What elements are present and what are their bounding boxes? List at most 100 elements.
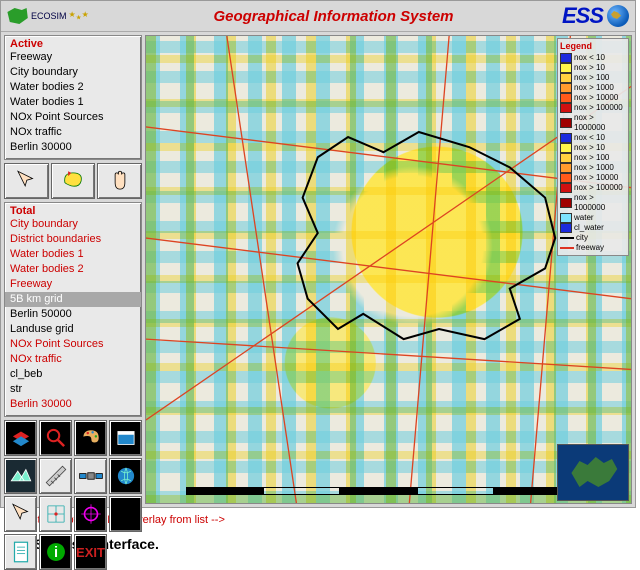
pointer-tool-2[interactable] bbox=[4, 496, 37, 532]
lasso-select-tool[interactable] bbox=[51, 163, 96, 199]
layer-item[interactable]: Landuse grid bbox=[5, 322, 141, 337]
legend-label: nox < 10 bbox=[574, 53, 605, 63]
exit-label: EXIT bbox=[76, 545, 105, 560]
legend-label: nox > 100 bbox=[574, 73, 609, 83]
layer-item[interactable]: Berlin 30000 bbox=[5, 397, 141, 412]
svg-text:i: i bbox=[53, 545, 57, 561]
legend-row: nox > 10 bbox=[560, 143, 626, 153]
mode-toolbar bbox=[4, 163, 142, 199]
layer-item[interactable]: NOx Point Sources bbox=[5, 337, 141, 352]
zoom-tool[interactable] bbox=[39, 420, 72, 456]
layer-item[interactable]: NOx traffic bbox=[5, 125, 141, 140]
layer-item[interactable]: Water bodies 2 bbox=[5, 80, 141, 95]
layer-item[interactable]: str bbox=[5, 382, 141, 397]
layer-item[interactable]: cl_beb bbox=[5, 367, 141, 382]
legend-swatch bbox=[560, 118, 572, 128]
legend-row: nox > 10000 bbox=[560, 173, 626, 183]
legend-line-swatch bbox=[560, 237, 574, 239]
app-window: ECOSIM ★★★ Geographical Information Syst… bbox=[0, 0, 636, 508]
legend-label: nox > 100000 bbox=[574, 103, 623, 113]
layer-item[interactable]: City boundary bbox=[5, 217, 141, 232]
scalebar-segment bbox=[263, 487, 340, 495]
legend-panel: Legend nox < 10nox > 10nox > 100nox > 10… bbox=[557, 38, 629, 256]
legend-swatch bbox=[560, 63, 572, 73]
legend-row: freeway bbox=[560, 243, 626, 253]
active-layers-list[interactable]: FreewayCity boundaryWater bodies 2Water … bbox=[5, 50, 141, 159]
legend-swatch bbox=[560, 173, 572, 183]
layer-item[interactable]: 5B km grid bbox=[5, 292, 141, 307]
legend-swatch bbox=[560, 53, 572, 63]
legend-row: water bbox=[560, 213, 626, 223]
active-panel-title: Active bbox=[5, 36, 141, 50]
scale-bar bbox=[186, 479, 571, 495]
legend-row: nox > 100000 bbox=[560, 183, 626, 193]
overview-map[interactable] bbox=[557, 444, 629, 501]
layer-item[interactable]: District boundaries bbox=[5, 232, 141, 247]
info-tool[interactable]: i bbox=[39, 534, 72, 570]
layer-item[interactable]: Berlin 50000 bbox=[5, 307, 141, 322]
legend-swatch bbox=[560, 83, 572, 93]
palette-tool[interactable] bbox=[74, 420, 107, 456]
measure-tool[interactable] bbox=[39, 458, 72, 494]
legend-label: nox < 10 bbox=[574, 133, 605, 143]
legend-label: nox > 10 bbox=[574, 63, 605, 73]
legend-swatch bbox=[560, 73, 572, 83]
blank-tool[interactable] bbox=[109, 496, 142, 532]
layers-tool[interactable] bbox=[4, 420, 37, 456]
legend-title: Legend bbox=[560, 41, 626, 51]
logo-ess-wrap: ESS bbox=[562, 3, 635, 29]
map-viewport[interactable]: Legend nox < 10nox > 10nox > 100nox > 10… bbox=[145, 35, 632, 504]
legend-swatch bbox=[560, 163, 572, 173]
pan-hand-tool[interactable] bbox=[97, 163, 142, 199]
legend-label: nox > 100 bbox=[574, 153, 609, 163]
grid-snap-tool[interactable] bbox=[39, 496, 72, 532]
scalebar-segment bbox=[340, 487, 417, 495]
exit-button[interactable]: EXIT bbox=[74, 534, 107, 570]
eu-stars-icon: ★★★ bbox=[69, 10, 89, 22]
legend-swatch bbox=[560, 93, 572, 103]
scalebar-segment bbox=[417, 487, 494, 495]
legend-label: nox > 1000 bbox=[574, 163, 614, 173]
legend-label: nox > 10000 bbox=[574, 173, 618, 183]
layer-item[interactable]: Berlin 30000 bbox=[5, 140, 141, 155]
layer-item[interactable]: NOx Point Sources bbox=[5, 110, 141, 125]
layer-item[interactable]: Water bodies 1 bbox=[5, 247, 141, 262]
total-layers-panel: Total City boundaryDistrict boundariesWa… bbox=[4, 202, 142, 417]
layer-item[interactable]: Freeway bbox=[5, 277, 141, 292]
total-layers-list[interactable]: City boundaryDistrict boundariesWater bo… bbox=[5, 217, 141, 416]
layer-item[interactable]: Water bodies 2 bbox=[5, 262, 141, 277]
total-panel-title: Total bbox=[5, 203, 141, 217]
scalebar-segment bbox=[186, 487, 263, 495]
tool-grid: i EXIT bbox=[4, 420, 142, 570]
satellite-tool[interactable] bbox=[74, 458, 107, 494]
legend-swatch bbox=[560, 183, 572, 193]
legend-row: nox > 1000000 bbox=[560, 193, 626, 213]
window-tool[interactable] bbox=[109, 420, 142, 456]
pointer-tool[interactable] bbox=[4, 163, 49, 199]
app-title: Geographical Information System bbox=[105, 8, 562, 25]
legend-label: nox > 100000 bbox=[574, 183, 623, 193]
legend-label: nox > 10000 bbox=[574, 93, 618, 103]
3d-view-tool[interactable] bbox=[4, 458, 37, 494]
left-column: Active FreewayCity boundaryWater bodies … bbox=[1, 32, 145, 507]
active-layers-panel: Active FreewayCity boundaryWater bodies … bbox=[4, 35, 142, 160]
document-tool[interactable] bbox=[4, 534, 37, 570]
logo-ecosim: ECOSIM ★★★ bbox=[1, 6, 105, 26]
legend-swatch bbox=[560, 223, 572, 233]
legend-swatch bbox=[560, 143, 572, 153]
header-bar: ECOSIM ★★★ Geographical Information Syst… bbox=[1, 1, 635, 32]
legend-swatch bbox=[560, 198, 572, 208]
logo-map-icon bbox=[5, 6, 29, 26]
layer-item[interactable]: Water bodies 1 bbox=[5, 95, 141, 110]
legend-row: nox > 100 bbox=[560, 153, 626, 163]
legend-label: water bbox=[574, 213, 594, 223]
legend-row: nox > 100000 bbox=[560, 103, 626, 113]
legend-row: cl_water bbox=[560, 223, 626, 233]
globe-tool[interactable] bbox=[109, 458, 142, 494]
target-tool[interactable] bbox=[74, 496, 107, 532]
legend-row: nox > 1000000 bbox=[560, 113, 626, 133]
layer-item[interactable]: City boundary bbox=[5, 65, 141, 80]
legend-row: nox > 10000 bbox=[560, 93, 626, 103]
layer-item[interactable]: NOx traffic bbox=[5, 352, 141, 367]
layer-item[interactable]: Freeway bbox=[5, 50, 141, 65]
